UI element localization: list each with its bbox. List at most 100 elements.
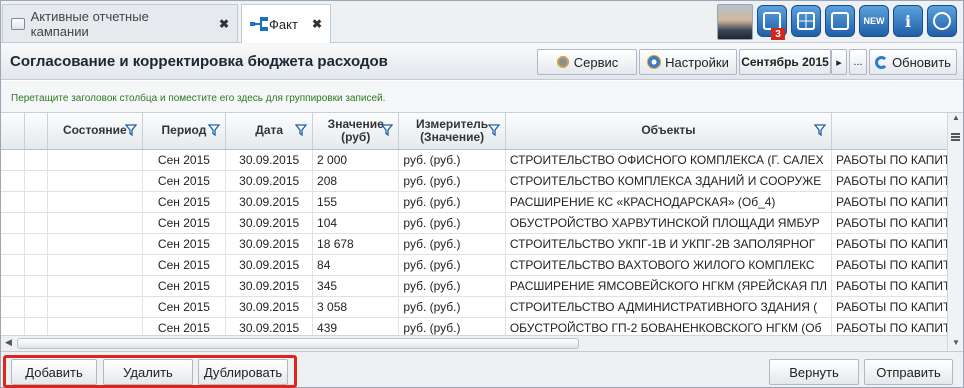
- row-selector[interactable]: [1, 233, 25, 255]
- cell-works[interactable]: РАБОТЫ ПО КАПИТА: [831, 212, 963, 234]
- refresh-button[interactable]: Обновить: [869, 49, 957, 75]
- filter-icon[interactable]: [208, 124, 221, 136]
- cell-works[interactable]: РАБОТЫ ПО КАПИТА: [831, 149, 963, 171]
- tab-fakt[interactable]: Факт ✖: [241, 4, 331, 43]
- cell-date[interactable]: 30.09.2015: [225, 191, 314, 213]
- cell-date[interactable]: 30.09.2015: [225, 254, 314, 276]
- more-button[interactable]: ...: [849, 49, 867, 75]
- cell-measure[interactable]: руб. (руб.): [398, 191, 506, 213]
- cell-measure[interactable]: руб. (руб.): [398, 275, 506, 297]
- cell-value[interactable]: 155: [312, 191, 400, 213]
- column-header-measure[interactable]: Измеритель (Значение): [398, 113, 506, 150]
- avatar[interactable]: [717, 4, 753, 40]
- column-header-objects[interactable]: Объекты: [505, 113, 833, 150]
- close-icon[interactable]: ✖: [219, 17, 229, 31]
- cell-state[interactable]: [47, 170, 143, 192]
- cell-object[interactable]: СТРОИТЕЛЬСТВО УКПГ-1В И УКПГ-2В ЗАПОЛЯРН…: [505, 233, 833, 255]
- cell-state[interactable]: [47, 191, 143, 213]
- horizontal-scrollbar[interactable]: ◀: [1, 335, 947, 351]
- table-row[interactable]: Сен 2015 30.09.2015 18 678 руб. (руб.) СТРОИ…: [1, 233, 963, 255]
- cell-period[interactable]: Сен 2015: [142, 254, 227, 276]
- tab-active-campaigns[interactable]: Активные отчетные кампании ✖: [2, 4, 238, 42]
- cell-date[interactable]: 30.09.2015: [225, 296, 314, 318]
- cell-object[interactable]: РАСШИРЕНИЕ КС «КРАСНОДАРСКАЯ» (Об_4): [505, 191, 833, 213]
- cell-object[interactable]: СТРОИТЕЛЬСТВО ВАХТОВОГО ЖИЛОГО КОМПЛЕКС: [505, 254, 833, 276]
- table-row[interactable]: Сен 2015 30.09.2015 155 руб. (руб.) РАСШИРЕН…: [1, 191, 963, 213]
- close-icon[interactable]: ✖: [312, 17, 322, 31]
- column-header-period[interactable]: Период: [142, 113, 227, 150]
- report-button[interactable]: [825, 5, 855, 37]
- column-header-works[interactable]: [831, 113, 963, 150]
- cell-measure[interactable]: руб. (руб.): [398, 170, 506, 192]
- cell-object[interactable]: РАСШИРЕНИЕ ЯМСОВЕЙСКОГО НГКМ (ЯРЕЙСКАЯ П…: [505, 275, 833, 297]
- cell-works[interactable]: РАБОТЫ ПО КАПИТА: [831, 191, 963, 213]
- cell-value[interactable]: 208: [312, 170, 400, 192]
- cell-works[interactable]: РАБОТЫ ПО КАПИТА: [831, 296, 963, 318]
- cell-works[interactable]: РАБОТЫ ПО КАПИТА: [831, 233, 963, 255]
- cell-state[interactable]: [47, 233, 143, 255]
- cell-works[interactable]: РАБОТЫ ПО КАПИТА: [831, 254, 963, 276]
- cell-measure[interactable]: руб. (руб.): [398, 296, 506, 318]
- row-selector[interactable]: [1, 212, 25, 234]
- cell-date[interactable]: 30.09.2015: [225, 149, 314, 171]
- cell-date[interactable]: 30.09.2015: [225, 275, 314, 297]
- cell-measure[interactable]: руб. (руб.): [398, 233, 506, 255]
- filter-icon[interactable]: [487, 124, 500, 136]
- table-row[interactable]: Сен 2015 30.09.2015 84 руб. (руб.) СТРОИТЕЛЬ…: [1, 254, 963, 276]
- row-selector[interactable]: [1, 149, 25, 171]
- cell-value[interactable]: 18 678: [312, 233, 400, 255]
- logout-button[interactable]: [927, 5, 957, 37]
- send-button[interactable]: Отправить: [864, 359, 953, 385]
- cell-measure[interactable]: руб. (руб.): [398, 254, 506, 276]
- settings-button[interactable]: Настройки: [639, 49, 737, 75]
- cell-date[interactable]: 30.09.2015: [225, 212, 314, 234]
- cell-date[interactable]: 30.09.2015: [225, 170, 314, 192]
- column-header-date[interactable]: Дата: [225, 113, 314, 150]
- row-selector[interactable]: [1, 254, 25, 276]
- next-period-button[interactable]: ▸: [831, 49, 847, 75]
- cell-value[interactable]: 2 000: [312, 149, 400, 171]
- period-selector[interactable]: Сентябрь 2015: [739, 49, 831, 75]
- table-row[interactable]: Сен 2015 30.09.2015 345 руб. (руб.) РАСШИРЕН…: [1, 275, 963, 297]
- cell-value[interactable]: 345: [312, 275, 400, 297]
- cell-period[interactable]: Сен 2015: [142, 296, 227, 318]
- scroll-up-icon[interactable]: ▲: [952, 113, 960, 122]
- row-selector[interactable]: [1, 191, 25, 213]
- cell-works[interactable]: РАБОТЫ ПО КАПИТА: [831, 170, 963, 192]
- cell-date[interactable]: 30.09.2015: [225, 233, 314, 255]
- return-button[interactable]: Вернуть: [769, 359, 859, 385]
- cell-period[interactable]: Сен 2015: [142, 212, 227, 234]
- news-button[interactable]: NEW: [859, 5, 889, 37]
- group-panel[interactable]: Перетащите заголовок столбца и поместите…: [1, 81, 963, 113]
- column-chooser-icon[interactable]: [951, 133, 960, 141]
- cell-measure[interactable]: руб. (руб.): [398, 212, 506, 234]
- cell-state[interactable]: [47, 149, 143, 171]
- cell-period[interactable]: Сен 2015: [142, 170, 227, 192]
- cell-period[interactable]: Сен 2015: [142, 275, 227, 297]
- column-header-value[interactable]: Значение (руб): [312, 113, 400, 150]
- table-row[interactable]: Сен 2015 30.09.2015 104 руб. (руб.) ОБУСТРОЙ…: [1, 212, 963, 234]
- cell-state[interactable]: [47, 212, 143, 234]
- row-selector[interactable]: [1, 275, 25, 297]
- cell-object[interactable]: СТРОИТЕЛЬСТВО КОМПЛЕКСА ЗДАНИЙ И СООРУЖЕ: [505, 170, 833, 192]
- cell-value[interactable]: 104: [312, 212, 400, 234]
- filter-icon[interactable]: [381, 124, 394, 136]
- table-row[interactable]: Сен 2015 30.09.2015 208 руб. (руб.) СТРОИТЕЛ…: [1, 170, 963, 192]
- cell-value[interactable]: 3 058: [312, 296, 400, 318]
- cell-state[interactable]: [47, 275, 143, 297]
- cell-object[interactable]: СТРОИТЕЛЬСТВО ОФИСНОГО КОМПЛЕКСА (Г. САЛ…: [505, 149, 833, 171]
- cell-state[interactable]: [47, 296, 143, 318]
- cell-object[interactable]: СТРОИТЕЛЬСТВО АДМИНИСТРАТИВНОГО ЗДАНИЯ (: [505, 296, 833, 318]
- scroll-down-icon[interactable]: ▼: [952, 338, 960, 347]
- vertical-scrollbar[interactable]: ▲ ▼: [947, 113, 963, 351]
- row-selector[interactable]: [1, 170, 25, 192]
- table-row[interactable]: Сен 2015 30.09.2015 3 058 руб. (руб.) СТРОИТ…: [1, 296, 963, 318]
- scroll-thumb[interactable]: [17, 338, 579, 349]
- service-button[interactable]: Сервис: [537, 49, 637, 75]
- cell-object[interactable]: ОБУСТРОЙСТВО ХАРВУТИНСКОЙ ПЛОЩАДИ ЯМБУР: [505, 212, 833, 234]
- cell-state[interactable]: [47, 254, 143, 276]
- column-header-indicator[interactable]: [24, 113, 49, 150]
- row-selector[interactable]: [1, 296, 25, 318]
- scroll-left-icon[interactable]: ◀: [5, 337, 12, 348]
- filter-icon[interactable]: [814, 124, 826, 136]
